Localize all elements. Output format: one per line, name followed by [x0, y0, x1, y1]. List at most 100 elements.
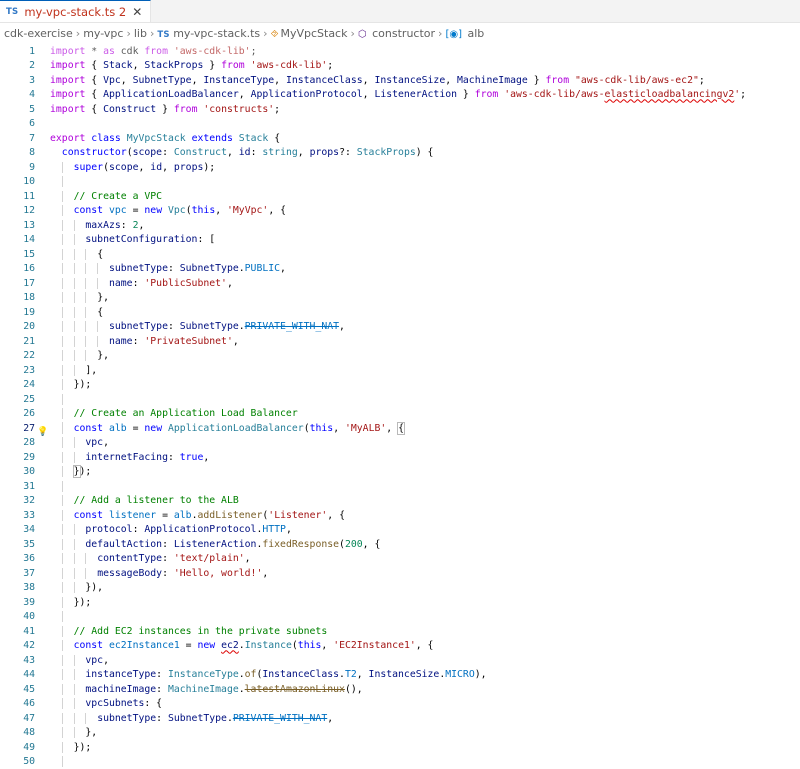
code-line[interactable]: 23 ],	[0, 363, 800, 378]
breadcrumb-item-file[interactable]: TS my-vpc-stack.ts	[157, 27, 260, 40]
code-line[interactable]: 43 vpc,	[0, 653, 800, 668]
code-line[interactable]: 40	[0, 610, 800, 625]
line-number: 30	[0, 466, 35, 477]
indent-guide	[74, 263, 75, 274]
code-line[interactable]: 33 const listener = alb.addListener('Lis…	[0, 508, 800, 523]
code-token: ,	[227, 147, 239, 158]
code-line[interactable]: 1import * as cdk from 'aws-cdk-lib';	[0, 44, 800, 59]
indent-guide	[74, 350, 75, 361]
code-line[interactable]: 37 messageBody: 'Hello, world!',	[0, 566, 800, 581]
breadcrumb-item-my-vpc[interactable]: my-vpc	[83, 27, 123, 40]
code-line[interactable]: 24 });	[0, 378, 800, 393]
indent-guide	[62, 263, 63, 274]
code-line[interactable]: 10	[0, 175, 800, 190]
code-line[interactable]: 34 protocol: ApplicationProtocol.HTTP,	[0, 523, 800, 538]
line-number: 28	[0, 437, 35, 448]
code-line[interactable]: 6	[0, 117, 800, 132]
code-text: maxAzs: 2,	[50, 220, 144, 231]
code-line[interactable]: 26 // Create an Application Load Balance…	[0, 407, 800, 422]
code-line[interactable]: 5import { Construct } from 'constructs';	[0, 102, 800, 117]
indent-guide	[85, 568, 86, 579]
code-editor[interactable]: 1import * as cdk from 'aws-cdk-lib';2imp…	[0, 44, 800, 769]
code-line[interactable]: 4import { ApplicationLoadBalancer, Appli…	[0, 88, 800, 103]
code-token: ,	[139, 162, 151, 173]
breadcrumb-item-class[interactable]: ⯑MyVpcStack	[271, 27, 348, 40]
indent-guide	[62, 669, 63, 680]
code-line[interactable]: 8 constructor(scope: Construct, id: stri…	[0, 146, 800, 161]
code-line[interactable]: 16 subnetType: SubnetType.PUBLIC,	[0, 262, 800, 277]
code-token: , {	[268, 205, 286, 216]
code-line[interactable]: 29 internetFacing: true,	[0, 450, 800, 465]
code-token: this	[192, 205, 216, 216]
code-line[interactable]: 38 }),	[0, 581, 800, 596]
code-line[interactable]: 30 });	[0, 465, 800, 480]
indent-guide	[85, 249, 86, 260]
code-line[interactable]: 46 vpcSubnets: {	[0, 697, 800, 712]
code-line[interactable]: 45 machineImage: MachineImage.latestAmaz…	[0, 682, 800, 697]
code-token: ,	[239, 89, 251, 100]
code-token: PUBLIC	[245, 263, 280, 274]
indent-guide	[62, 205, 63, 216]
code-token: ec2Instance1	[109, 640, 180, 651]
code-line[interactable]: 12 const vpc = new Vpc(this, 'MyVpc', {	[0, 204, 800, 219]
code-token: {	[85, 60, 103, 71]
code-line[interactable]: 11 // Create a VPC	[0, 189, 800, 204]
code-line[interactable]: 50	[0, 755, 800, 769]
code-line[interactable]: 36 contentType: 'text/plain',	[0, 552, 800, 567]
code-token: subnetType	[97, 713, 156, 724]
indent	[50, 278, 109, 289]
breadcrumb-item-constructor[interactable]: ⬡ constructor	[358, 27, 435, 40]
code-line[interactable]: 17 name: 'PublicSubnet',	[0, 276, 800, 291]
code-line[interactable]: 27💡 const alb = new ApplicationLoadBalan…	[0, 421, 800, 436]
code-token: ,	[386, 423, 398, 434]
code-token: :	[133, 336, 145, 347]
code-line[interactable]: 14 subnetConfiguration: [	[0, 233, 800, 248]
code-line[interactable]: 47 subnetType: SubnetType.PRIVATE_WITH_N…	[0, 711, 800, 726]
code-line[interactable]: 48 },	[0, 726, 800, 741]
line-number: 25	[0, 394, 35, 405]
indent-guide	[74, 365, 75, 376]
code-token: alb	[174, 510, 192, 521]
tab-my-vpc-stack[interactable]: TS my-vpc-stack.ts 2 ✕	[0, 0, 151, 22]
code-token: name	[109, 278, 133, 289]
code-line[interactable]: 3import { Vpc, SubnetType, InstanceType,…	[0, 73, 800, 88]
indent	[50, 263, 109, 274]
code-text: // Create a VPC	[50, 191, 162, 202]
code-line[interactable]: 7export class MyVpcStack extends Stack {	[0, 131, 800, 146]
code-line[interactable]: 13 maxAzs: 2,	[0, 218, 800, 233]
code-line[interactable]: 35 defaultAction: ListenerAction.fixedRe…	[0, 537, 800, 552]
indent-guide	[62, 379, 63, 390]
code-line[interactable]: 44 instanceType: InstanceType.of(Instanc…	[0, 668, 800, 683]
breadcrumb-item-lib[interactable]: lib	[134, 27, 147, 40]
code-line[interactable]: 25	[0, 392, 800, 407]
indent-guide	[62, 742, 63, 753]
code-line[interactable]: 2import { Stack, StackProps } from 'aws-…	[0, 59, 800, 74]
code-line[interactable]: 28 vpc,	[0, 436, 800, 451]
code-token: vpc	[85, 437, 103, 448]
code-line[interactable]: 31	[0, 479, 800, 494]
code-token: ApplicationProtocol	[251, 89, 363, 100]
line-number: 29	[0, 452, 35, 463]
code-token: ,	[192, 75, 204, 86]
code-line[interactable]: 19 {	[0, 305, 800, 320]
code-line[interactable]: 49 });	[0, 740, 800, 755]
indent	[50, 684, 85, 695]
code-text: const alb = new ApplicationLoadBalancer(…	[50, 422, 405, 434]
code-line[interactable]: 15 {	[0, 247, 800, 262]
code-text: // Add a listener to the ALB	[50, 495, 239, 506]
breadcrumb-item-alb[interactable]: [◉] alb	[445, 27, 484, 40]
code-line[interactable]: 39 });	[0, 595, 800, 610]
line-number: 8	[0, 147, 35, 158]
code-line[interactable]: 42 const ec2Instance1 = new ec2.Instance…	[0, 639, 800, 654]
close-icon[interactable]: ✕	[132, 6, 142, 18]
breadcrumb-item-cdk-exercise[interactable]: cdk-exercise	[4, 27, 73, 40]
code-line[interactable]: 18 },	[0, 291, 800, 306]
code-line[interactable]: 32 // Add a listener to the ALB	[0, 494, 800, 509]
code-line[interactable]: 22 },	[0, 349, 800, 364]
indent-guide	[97, 336, 98, 347]
code-line[interactable]: 21 name: 'PrivateSubnet',	[0, 334, 800, 349]
code-line[interactable]: 9 super(scope, id, props);	[0, 160, 800, 175]
code-line[interactable]: 20 subnetType: SubnetType.PRIVATE_WITH_N…	[0, 320, 800, 335]
code-text: defaultAction: ListenerAction.fixedRespo…	[50, 539, 380, 550]
code-line[interactable]: 41 // Add EC2 instances in the private s…	[0, 624, 800, 639]
